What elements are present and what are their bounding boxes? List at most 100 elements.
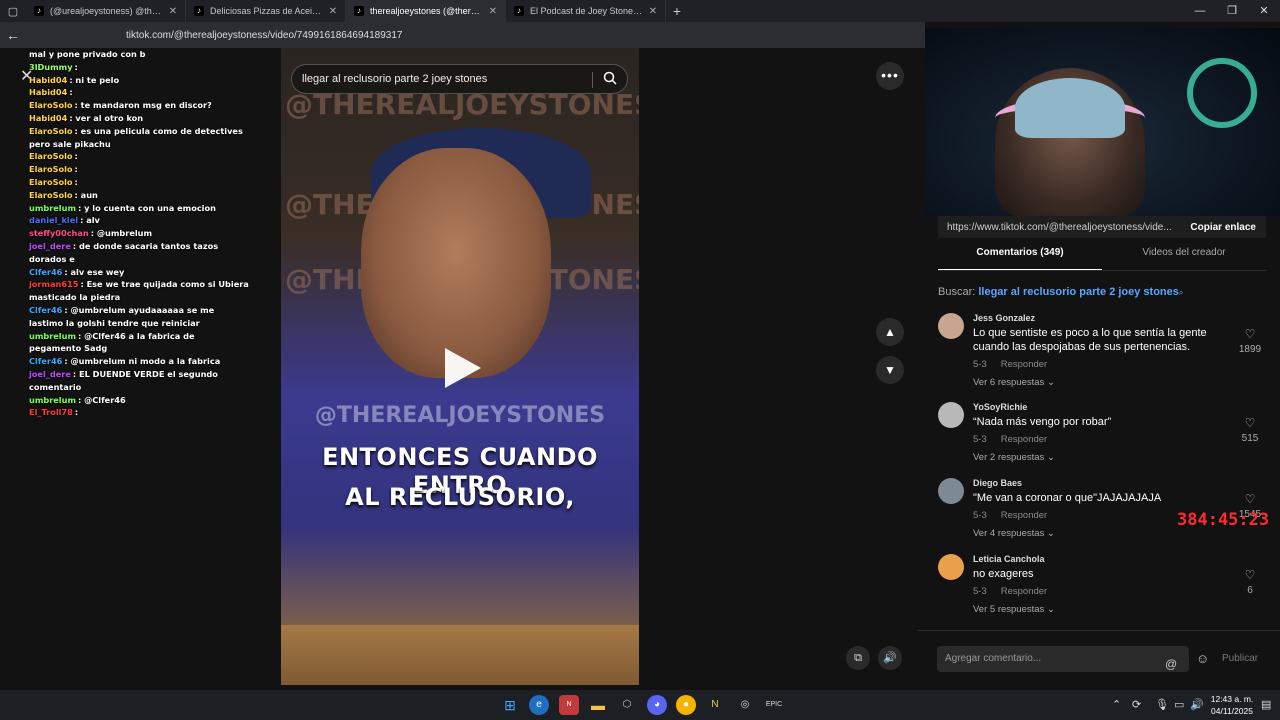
close-icon[interactable]: ✕ xyxy=(489,6,497,17)
news-app-icon[interactable]: N xyxy=(559,695,579,715)
minimize-icon[interactable]: — xyxy=(1184,0,1216,22)
new-tab-button[interactable]: + xyxy=(666,3,688,19)
pip-icon[interactable]: ⧉ xyxy=(846,646,870,670)
windows-start-icon[interactable]: ⊞ xyxy=(500,695,520,715)
avatar[interactable] xyxy=(938,478,964,504)
chat-username[interactable]: umbrelum xyxy=(29,395,76,405)
notification-icon[interactable]: ▤ xyxy=(1261,698,1271,711)
url-field[interactable]: tiktok.com/@therealjoeystoness/video/749… xyxy=(126,30,402,41)
comment-meta: 5-3 Responder xyxy=(973,434,1047,445)
view-replies-button[interactable]: Ver 5 respuestas ⌄ xyxy=(973,604,1055,615)
comment-author[interactable]: Leticia Canchola xyxy=(973,554,1045,564)
reply-button[interactable]: Responder xyxy=(1001,586,1047,597)
view-replies-button[interactable]: Ver 4 respuestas ⌄ xyxy=(973,528,1055,539)
steam-icon[interactable]: ◎ xyxy=(735,695,755,715)
clock[interactable]: 12:43 a. m. 04/11/2025 xyxy=(1207,693,1257,717)
sidebar-toggle-icon[interactable]: ▢ xyxy=(0,5,26,18)
chat-username[interactable]: ElaroSolo xyxy=(29,190,73,200)
chat-username[interactable]: Clfer46 xyxy=(29,305,62,315)
avatar[interactable] xyxy=(938,402,964,428)
chat-username[interactable]: umbrelum xyxy=(29,203,76,213)
emoji-icon[interactable]: ☺ xyxy=(1196,651,1209,666)
comment-text: “Nada más vengo por robar” xyxy=(973,416,1112,428)
more-options-button[interactable]: ••• xyxy=(876,62,904,90)
folder-icon[interactable]: ▬ xyxy=(588,695,608,715)
chat-username[interactable]: ElaroSolo xyxy=(29,100,73,110)
nvidia-icon[interactable]: N xyxy=(705,695,725,715)
mention-icon[interactable]: @ xyxy=(1165,651,1177,677)
copy-link-button[interactable]: Copiar enlace xyxy=(1180,222,1266,233)
play-icon[interactable] xyxy=(445,348,481,388)
heart-icon[interactable]: ♡ xyxy=(1240,568,1260,582)
comment-date: 5-3 xyxy=(973,510,987,521)
comment-search-suggestion[interactable]: Buscar: llegar al reclusorio parte 2 joe… xyxy=(938,286,1183,298)
close-icon[interactable]: ✕ xyxy=(169,6,177,17)
chrome-icon[interactable]: ● xyxy=(676,695,696,715)
edge-icon[interactable]: e xyxy=(529,695,549,715)
chat-username[interactable]: ElaroSolo xyxy=(29,177,73,187)
chat-username[interactable]: jorman615 xyxy=(29,279,78,289)
chat-username[interactable]: Clfer46 xyxy=(29,267,62,277)
chat-username[interactable]: ElaroSolo xyxy=(29,126,73,136)
browser-tab[interactable]: ♪(@urealjoeystoness) @therealjoe✕ xyxy=(26,0,186,22)
chat-message: ElaroSolo: xyxy=(29,163,249,176)
tray-chevron-icon[interactable]: ⌃ xyxy=(1112,698,1121,711)
browser-tab[interactable]: ♪El Podcast de Joey Stones: Entrev✕ xyxy=(506,0,666,22)
chat-message: Habid04: ni te pelo xyxy=(29,74,249,87)
chat-username[interactable]: Clfer46 xyxy=(29,356,62,366)
reply-button[interactable]: Responder xyxy=(1001,510,1047,521)
next-video-button[interactable]: ▼ xyxy=(876,356,904,384)
back-arrow-icon[interactable]: ← xyxy=(0,27,26,43)
view-replies-button[interactable]: Ver 6 respuestas ⌄ xyxy=(973,377,1055,388)
browser-tab[interactable]: ♪Deliciosas Pizzas de Aceite en la✕ xyxy=(186,0,346,22)
volume-icon[interactable]: 🔊 xyxy=(878,646,902,670)
discord-icon[interactable]: ◕ xyxy=(647,695,667,715)
chat-username[interactable]: daniel_kiel xyxy=(29,215,78,225)
comment-author[interactable]: YoSoyRichie xyxy=(973,402,1027,412)
share-url[interactable]: https://www.tiktok.com/@therealjoeystone… xyxy=(938,222,1180,233)
unity-icon[interactable]: ⬡ xyxy=(617,695,637,715)
maximize-icon[interactable]: ❐ xyxy=(1216,0,1248,22)
avatar[interactable] xyxy=(938,313,964,339)
browser-tab-active[interactable]: ♪therealjoeystones (@therealjoey✕ xyxy=(346,0,506,22)
volume-tray-icon[interactable]: 🔊 xyxy=(1190,698,1204,711)
reply-button[interactable]: Responder xyxy=(1001,359,1047,370)
chat-username[interactable]: steffy00chan xyxy=(29,228,89,238)
chat-username[interactable]: Habid04 xyxy=(29,87,67,97)
close-icon[interactable]: ✕ xyxy=(329,6,337,17)
avatar[interactable] xyxy=(938,554,964,580)
reply-button[interactable]: Responder xyxy=(1001,434,1047,445)
sync-icon[interactable]: ⟳ xyxy=(1132,698,1141,711)
previous-video-button[interactable]: ▲ xyxy=(876,318,904,346)
video-search-input[interactable]: llegar al reclusorio parte 2 joey stones xyxy=(291,64,628,94)
close-window-icon[interactable]: ✕ xyxy=(1248,0,1280,22)
chat-username[interactable]: umbrelum xyxy=(29,331,76,341)
chat-text: : xyxy=(74,151,78,162)
chat-username[interactable]: El_Troll78 xyxy=(29,407,73,417)
publish-button[interactable]: Publicar xyxy=(1222,653,1258,664)
chat-username[interactable]: ElaroSolo xyxy=(29,164,73,174)
video-player[interactable]: @THEREALJOEYSTONES @THEREALJOEYSTONES @T… xyxy=(281,48,639,685)
tab-creator-videos[interactable]: Videos del creador xyxy=(1102,247,1266,271)
chat-username[interactable]: 3lDummy xyxy=(29,62,73,72)
search-icon[interactable] xyxy=(603,71,617,85)
chat-message: jorman615: Ese we trae quijada como si U… xyxy=(29,278,249,304)
tab-comments[interactable]: Comentarios (349) xyxy=(938,247,1102,271)
chat-username[interactable]: Habid04 xyxy=(29,75,67,85)
heart-icon[interactable]: ♡ xyxy=(1240,492,1260,506)
chat-username[interactable]: Habid04 xyxy=(29,113,67,123)
comment-author[interactable]: Diego Baes xyxy=(973,478,1022,488)
close-icon[interactable]: ✕ xyxy=(649,6,657,17)
like-count: 1899 xyxy=(1238,344,1262,355)
chat-username[interactable]: joel_dere xyxy=(29,241,71,251)
comment-input[interactable]: Agregar comentario... @ xyxy=(937,646,1189,672)
display-icon[interactable]: ▭ xyxy=(1174,698,1184,711)
chat-username[interactable]: joel_dere xyxy=(29,369,71,379)
heart-icon[interactable]: ♡ xyxy=(1240,416,1260,430)
epic-games-icon[interactable]: EPIC xyxy=(764,695,784,715)
comment-author[interactable]: Jess Gonzalez xyxy=(973,313,1035,323)
heart-icon[interactable]: ♡ xyxy=(1240,327,1260,341)
view-replies-button[interactable]: Ver 2 respuestas ⌄ xyxy=(973,452,1055,463)
chat-username[interactable]: ElaroSolo xyxy=(29,151,73,161)
microphone-icon[interactable]: 🎙 xyxy=(1155,698,1169,711)
